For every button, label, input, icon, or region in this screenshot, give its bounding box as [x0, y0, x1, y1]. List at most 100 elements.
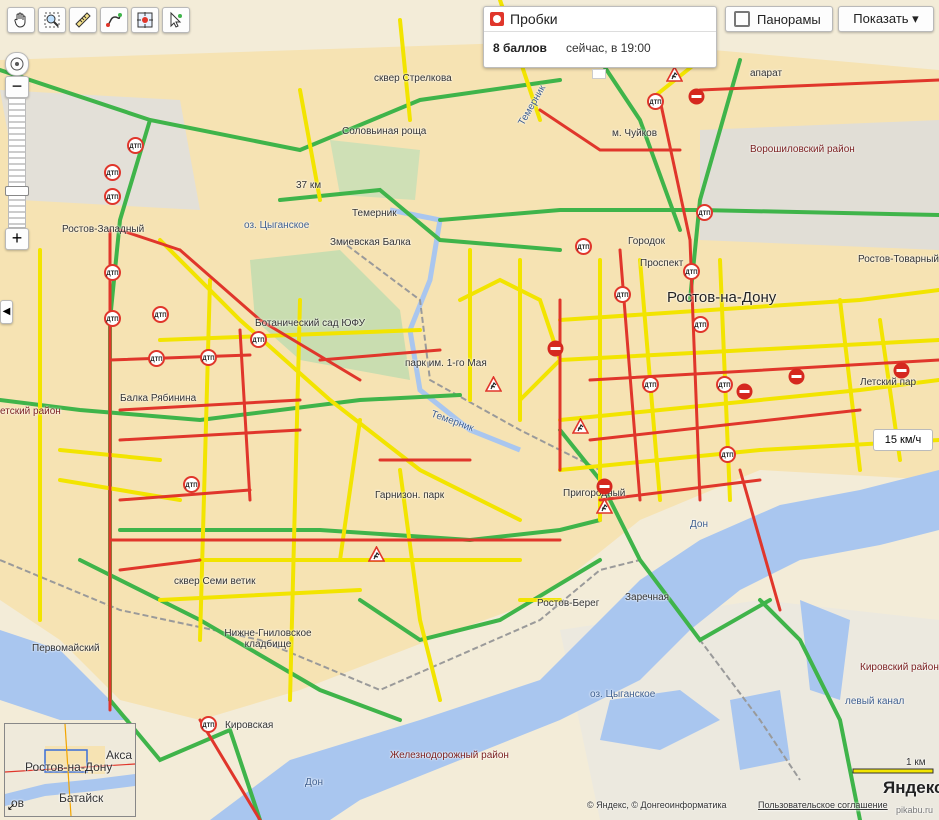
svg-text:ДТП: ДТП: [202, 723, 214, 729]
cemetery-label: Нижне-Гниловское кладбище: [224, 628, 312, 650]
street-label-prospect: Проспект: [640, 258, 684, 269]
sidebar-toggle[interactable]: ◀: [0, 300, 13, 324]
station-label-rostov-zap: Ростов-Западный: [62, 224, 145, 235]
road-closed-marker[interactable]: [547, 340, 564, 357]
lake-label-tsyganskoe-2: оз. Цыганское: [590, 689, 656, 700]
accident-marker[interactable]: ДТП: [250, 331, 267, 348]
park-label-botanic: Ботанический сад ЮФУ: [255, 318, 365, 329]
road-closed-marker[interactable]: [596, 478, 613, 495]
road-closed-marker[interactable]: [688, 88, 705, 105]
zoom-rect-icon: [44, 12, 60, 28]
svg-text:ДТП: ДТП: [685, 270, 697, 276]
locate-icon: [137, 12, 153, 28]
cursor-icon: [170, 11, 182, 28]
park-label-strelkova: сквер Стрелкова: [374, 73, 452, 84]
route-button[interactable]: [100, 7, 128, 33]
compass-button[interactable]: [5, 52, 29, 76]
km-label: 37 км: [296, 180, 322, 191]
svg-text:ДТП: ДТП: [106, 195, 118, 201]
map-canvas[interactable]: [0, 0, 939, 820]
chevron-left-icon: ◀: [2, 306, 11, 317]
place-label-pervomaysky: Первомайский: [32, 643, 100, 654]
accident-marker[interactable]: ДТП: [200, 349, 217, 366]
panorama-icon: [734, 11, 750, 27]
road-closed-marker[interactable]: [788, 368, 805, 385]
traffic-panel[interactable]: Пробки 8 баллов сейчас, в 19:00: [483, 6, 717, 79]
park-label-revolution: Гарнизон. парк: [375, 490, 445, 501]
traffic-layer-toggle[interactable]: Пробки: [484, 7, 716, 32]
terms-link[interactable]: Пользовательское соглашение: [758, 800, 888, 810]
accident-marker[interactable]: ДТП: [719, 446, 736, 463]
svg-text:ДТП: ДТП: [721, 453, 733, 459]
accident-marker[interactable]: ДТП: [614, 286, 631, 303]
accident-marker[interactable]: ДТП: [716, 376, 733, 393]
roadwork-marker[interactable]: [367, 545, 386, 563]
zoom-out-button[interactable]: −: [5, 76, 29, 98]
accident-marker[interactable]: ДТП: [183, 476, 200, 493]
accident-marker[interactable]: ДТП: [104, 310, 121, 327]
ruler-button[interactable]: [69, 7, 97, 33]
roadwork-marker[interactable]: [665, 65, 684, 83]
minimap[interactable]: Ростов-на-Дону Акса Батайск ов ↙: [4, 723, 136, 817]
minimap-city: Ростов-на-Дону: [25, 760, 113, 774]
district-label-sovetsky: етский район: [0, 406, 61, 417]
accident-marker[interactable]: ДТП: [575, 238, 592, 255]
accident-marker[interactable]: ДТП: [683, 263, 700, 280]
minimap-aksay: Акса: [106, 748, 133, 762]
river-label-don-2: Дон: [305, 777, 323, 788]
accident-marker[interactable]: ДТП: [148, 350, 165, 367]
place-label-ryabinina: Балка Рябинина: [120, 393, 197, 404]
city-label: Ростов-на-Дону: [667, 289, 777, 306]
accident-marker[interactable]: ДТП: [127, 137, 144, 154]
svg-text:ДТП: ДТП: [185, 483, 197, 489]
roadwork-marker[interactable]: [484, 375, 503, 393]
accident-marker[interactable]: ДТП: [200, 716, 217, 733]
zoom-rect-button[interactable]: [38, 7, 66, 33]
accident-marker[interactable]: ДТП: [647, 93, 664, 110]
svg-text:ДТП: ДТП: [106, 271, 118, 277]
road-closed-marker[interactable]: [736, 383, 753, 400]
traffic-icon: [490, 12, 504, 26]
svg-text:ДТП: ДТП: [577, 245, 589, 251]
svg-text:ДТП: ДТП: [252, 338, 264, 344]
show-layers-label: Показать ▾: [853, 11, 919, 26]
station-label-rostov-bereg: Ростов-Берег: [537, 598, 600, 609]
accident-marker[interactable]: ДТП: [104, 264, 121, 281]
traffic-layer-label: Пробки: [510, 11, 558, 27]
roadwork-marker[interactable]: [571, 417, 590, 435]
industrial-zone: [0, 90, 200, 210]
road-closed-marker[interactable]: [893, 362, 910, 379]
place-label-aparat: апарат: [750, 68, 783, 79]
locate-button[interactable]: [131, 7, 159, 33]
ruler-icon: [75, 12, 91, 28]
station-label-prigorodny: Пригородный: [563, 488, 626, 499]
panoramas-button[interactable]: Панорамы: [725, 6, 833, 32]
hand-tool-button[interactable]: [7, 7, 35, 33]
district-label-voroshilovsky: Ворошиловский район: [750, 144, 855, 155]
select-button[interactable]: [162, 7, 190, 33]
svg-text:ДТП: ДТП: [718, 383, 730, 389]
show-layers-button[interactable]: Показать ▾: [838, 6, 934, 32]
svg-text:ДТП: ДТП: [154, 313, 166, 319]
zoom-track[interactable]: [8, 98, 26, 228]
traffic-forecast-handle[interactable]: [592, 69, 606, 79]
watermark: pikabu.ru: [896, 805, 934, 815]
zoom-in-button[interactable]: +: [5, 228, 29, 250]
accident-marker[interactable]: ДТП: [696, 204, 713, 221]
accident-marker[interactable]: ДТП: [104, 188, 121, 205]
zoom-slider-handle[interactable]: [5, 186, 29, 196]
svg-text:ДТП: ДТП: [129, 144, 141, 150]
roadwork-marker[interactable]: [595, 497, 614, 515]
minimap-collapse-icon[interactable]: ↙: [7, 802, 15, 813]
accident-marker[interactable]: ДТП: [642, 376, 659, 393]
traffic-time[interactable]: сейчас, в 19:00: [566, 41, 651, 55]
accident-marker[interactable]: ДТП: [692, 316, 709, 333]
yandex-logo: Яндекс: [883, 778, 939, 797]
accident-marker[interactable]: ДТП: [104, 164, 121, 181]
plus-icon: +: [11, 228, 23, 248]
svg-text:ДТП: ДТП: [150, 357, 162, 363]
svg-text:ДТП: ДТП: [649, 100, 661, 106]
station-label-zarechnaya: Заречная: [625, 592, 670, 603]
accident-marker[interactable]: ДТП: [152, 306, 169, 323]
place-label-zmievskaya: Змиевская Балка: [330, 237, 411, 248]
